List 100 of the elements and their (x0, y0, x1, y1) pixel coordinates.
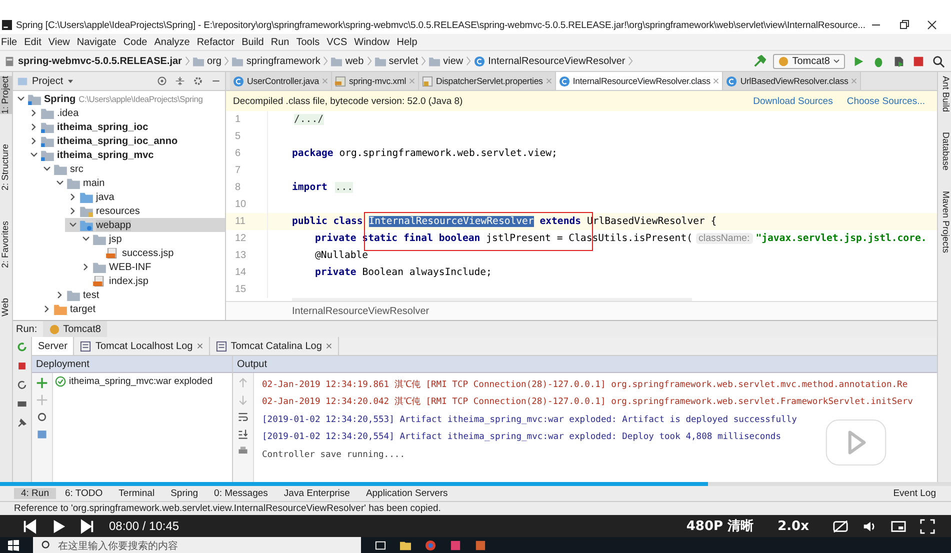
tool-window-button[interactable]: Maven Projects (938, 190, 951, 253)
notice-link[interactable]: Choose Sources... (846, 96, 925, 106)
tree-item[interactable]: itheima_spring_ioc (57, 122, 148, 132)
tree-item[interactable]: jsp (109, 234, 122, 244)
menu-item[interactable]: Window (354, 36, 390, 48)
menu-item[interactable]: Refactor (196, 36, 235, 48)
editor-tab[interactable]: DispatcherServlet.properties (419, 72, 556, 90)
tool-window-tab[interactable]: Event Log (886, 488, 943, 499)
chevron-right-icon[interactable] (69, 193, 77, 201)
run-tab[interactable]: Tomcat8 (43, 321, 107, 337)
next-icon[interactable] (80, 518, 95, 534)
tree-item[interactable]: itheima_spring_ioc_anno (57, 136, 178, 146)
chevron-down-icon[interactable] (17, 95, 25, 103)
panel-title[interactable]: Project (32, 76, 64, 86)
breadcrumb-item[interactable]: view (443, 56, 464, 66)
search-icon[interactable] (932, 54, 945, 68)
breadcrumb-item[interactable]: spring-webmvc-5.0.5.RELEASE.jar (18, 56, 182, 66)
wrap-icon[interactable] (237, 411, 249, 423)
breadcrumb-item[interactable]: servlet (388, 56, 418, 66)
refresh-icon[interactable] (36, 411, 48, 423)
tree-item[interactable]: success.jsp (122, 248, 174, 258)
scroll-end-icon[interactable] (237, 428, 249, 440)
log-tab[interactable]: Tomcat Catalina Log (210, 337, 339, 355)
tree-item[interactable]: itheima_spring_mvc (57, 150, 154, 160)
collapse-icon[interactable] (175, 76, 185, 86)
hammer-icon[interactable] (753, 54, 766, 68)
tool-window-button[interactable]: Ant Build (938, 76, 951, 112)
chevron-down-icon[interactable] (56, 179, 64, 187)
menu-item[interactable]: File (1, 36, 18, 48)
editor-tab[interactable]: UrlBasedViewResolver.class (723, 72, 862, 90)
chevron-down-icon[interactable] (43, 165, 51, 173)
tool-window-button[interactable]: 1: Project (0, 76, 12, 114)
editor-tab[interactable]: InternalResourceViewResolver.class (556, 72, 724, 90)
windows-logo-icon[interactable] (8, 540, 19, 551)
chevron-down-icon[interactable] (30, 151, 38, 159)
chevron-down-icon[interactable] (69, 221, 77, 229)
editor-breadcrumb[interactable]: InternalResourceViewResolver (292, 306, 430, 316)
menu-item[interactable]: Help (396, 36, 418, 48)
tool-window-tab[interactable]: 6: TODO (58, 488, 110, 499)
breadcrumb-item[interactable]: InternalResourceViewResolver (488, 56, 626, 66)
tree-item[interactable]: Spring (44, 94, 76, 104)
run-icon[interactable] (852, 54, 865, 68)
tool-window-button[interactable]: 2: Favorites (0, 220, 12, 268)
picture-in-picture-icon[interactable] (891, 518, 906, 534)
speed-button[interactable]: 2.0x (778, 518, 809, 534)
folded-code[interactable]: ... (335, 182, 353, 193)
stop-icon[interactable] (16, 360, 28, 372)
tool-window-button[interactable]: Web (0, 298, 12, 316)
deploy-icon[interactable] (36, 377, 48, 389)
play-icon[interactable] (51, 518, 66, 534)
chevron-right-icon[interactable] (30, 123, 38, 131)
artifact-icon[interactable] (36, 428, 48, 440)
chevron-right-icon[interactable] (56, 291, 64, 299)
coverage-icon[interactable] (892, 54, 905, 68)
stop-icon[interactable] (912, 54, 925, 68)
previous-icon[interactable] (22, 518, 37, 534)
tool-window-tab[interactable]: Spring (164, 488, 206, 499)
run-config-dropdown[interactable]: Tomcat8 (773, 54, 845, 68)
menu-item[interactable]: Analyze (154, 36, 190, 48)
browser-icon[interactable] (425, 540, 436, 551)
editor-tab[interactable]: spring-mvc.xml (332, 72, 420, 90)
task-view-icon[interactable] (375, 540, 386, 551)
rerun-icon[interactable] (16, 341, 28, 353)
tool-window-tab[interactable]: Terminal (112, 488, 162, 499)
folder-icon[interactable] (400, 540, 411, 551)
menu-item[interactable]: Tools (296, 36, 320, 48)
menu-item[interactable]: View (48, 36, 70, 48)
subtitle-icon[interactable] (833, 518, 848, 534)
tree-item[interactable]: test (83, 290, 100, 300)
tree-item[interactable]: webapp (96, 220, 132, 230)
chevron-right-icon[interactable] (69, 207, 77, 215)
tree-item[interactable]: main (83, 178, 105, 188)
quality-button[interactable]: 480P 清晰 (686, 517, 754, 535)
menu-item[interactable]: VCS (326, 36, 348, 48)
refresh-icon[interactable] (16, 379, 28, 391)
taskbar-search-field[interactable]: 在这里输入你要搜索的内容 (33, 537, 361, 553)
tool-window-tab[interactable]: 0: Messages (207, 488, 275, 499)
chevron-right-icon[interactable] (43, 305, 51, 313)
menu-item[interactable]: Edit (24, 36, 42, 48)
breadcrumb-item[interactable]: web (345, 56, 364, 66)
tree-item[interactable]: WEB-INF (109, 262, 152, 272)
chevron-right-icon[interactable] (30, 137, 38, 145)
settings-icon[interactable] (193, 76, 203, 86)
maximize-icon[interactable] (899, 20, 909, 30)
app-icon[interactable] (475, 540, 486, 551)
deployment-item[interactable]: itheima_spring_mvc:war exploded (69, 376, 213, 387)
menu-item[interactable]: Run (270, 36, 290, 48)
caret-icon[interactable] (67, 78, 74, 84)
tree-item[interactable]: src (70, 164, 84, 174)
tool-window-button[interactable]: 2: Structure (0, 144, 12, 191)
tree-item[interactable]: java (96, 192, 114, 202)
tool-window-tab[interactable]: Java Enterprise (276, 488, 357, 499)
log-tab[interactable]: Server (32, 337, 74, 355)
menu-item[interactable]: Navigate (76, 36, 116, 48)
tool-window-tab[interactable]: 4: Run (14, 488, 56, 499)
video-progress-track[interactable] (0, 482, 951, 486)
breadcrumb-item[interactable]: springframework (246, 56, 320, 66)
log-tab[interactable]: Tomcat Localhost Log (74, 337, 210, 355)
pin-icon[interactable] (16, 417, 28, 429)
target-icon[interactable] (157, 76, 167, 86)
